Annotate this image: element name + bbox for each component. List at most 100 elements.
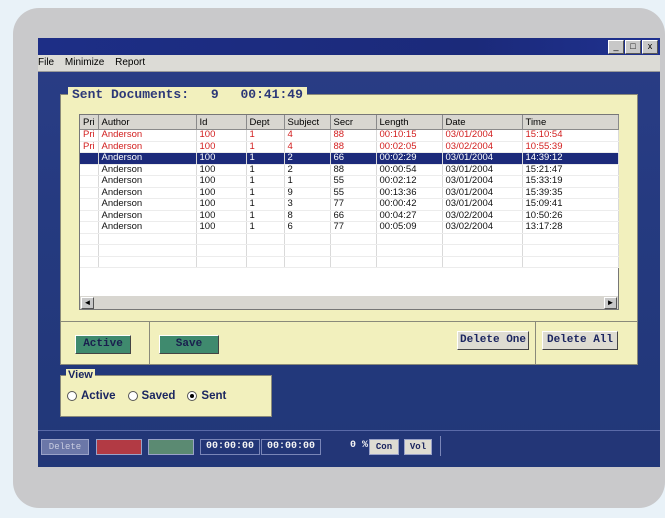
scroll-left-icon[interactable]: ◄ [81, 297, 94, 309]
vol-button[interactable]: Vol [404, 439, 432, 455]
save-button[interactable]: Save [159, 335, 219, 354]
cell-author: Anderson [98, 198, 197, 211]
table-row[interactable]: Anderson 100 1 6 77 00:05:09 03/02/2004 13:17:2… [80, 221, 619, 234]
cell-id: 100 [196, 187, 247, 199]
view-saved-radio[interactable]: Saved [127, 390, 175, 402]
delete-one-button[interactable]: Delete One [457, 331, 529, 350]
cell-subject: 9 [284, 187, 331, 199]
cell-length: 00:00:54 [376, 164, 443, 176]
table-row[interactable]: Anderson 100 1 8 66 00:04:27 03/02/2004 10:50:2… [80, 210, 619, 222]
record-button[interactable] [96, 439, 142, 455]
documents-grid: Pri Author Id Dept Subject Secr Length Date Time… [79, 114, 619, 298]
scroll-right-icon[interactable]: ► [604, 297, 617, 309]
play-button[interactable] [148, 439, 194, 455]
table-row-empty [80, 233, 619, 245]
cell-time: 15:39:35 [522, 187, 619, 199]
table-row[interactable]: Anderson 100 1 3 77 00:00:42 03/01/2004 15:09:4… [80, 198, 619, 211]
close-icon[interactable]: x [642, 40, 658, 54]
column-header[interactable]: Time [522, 115, 619, 130]
status-bar: Delete 00:00:00 00:00:00 0 % Con Vol [38, 430, 660, 461]
cell-date: 03/01/2004 [442, 164, 523, 176]
cell-author: Anderson [98, 164, 197, 176]
delete-button[interactable]: Delete [41, 439, 89, 455]
column-header[interactable]: Pri [80, 115, 99, 130]
cell-date: 03/01/2004 [442, 129, 523, 142]
application-window: _ □ x File Minimize Report Sent Document… [38, 38, 660, 467]
cell-secr: 66 [330, 152, 377, 165]
table-row[interactable]: Pri Anderson 100 1 4 88 00:10:15 03/01/2004 15:1… [80, 129, 619, 142]
view-sent-radio[interactable]: Sent [187, 390, 226, 402]
cell-time: 15:21:47 [522, 164, 619, 176]
active-button[interactable]: Active [75, 335, 131, 354]
column-header[interactable]: Length [376, 115, 443, 130]
title-bar: _ □ x [38, 38, 660, 55]
cell-date: 03/02/2004 [442, 221, 523, 234]
minimize-icon[interactable]: _ [608, 40, 624, 54]
radio-selected-icon[interactable] [187, 391, 198, 401]
table-row-selected[interactable]: Anderson 100 1 2 66 00:02:29 03/01/2004 14:39:1… [80, 152, 619, 165]
cell-id: 100 [196, 198, 247, 211]
cell-dept: 1 [246, 210, 285, 222]
view-active-radio[interactable]: Active [67, 390, 116, 402]
cell-pri [80, 198, 99, 211]
cell-id: 100 [196, 164, 247, 176]
table-header: Pri Author Id Dept Subject Secr Length Date Time [80, 115, 619, 130]
cell-date: 03/02/2004 [442, 210, 523, 222]
cell-time: 15:33:19 [522, 175, 619, 188]
horizontal-scrollbar[interactable]: ◄ ► [79, 296, 619, 310]
cell-secr: 77 [330, 221, 377, 234]
menu-report[interactable]: Report [115, 55, 145, 71]
documents-table: Pri Author Id Dept Subject Secr Length Date Time… [80, 115, 619, 268]
cell-length: 00:04:27 [376, 210, 443, 222]
cell-length: 00:02:05 [376, 141, 443, 153]
cell-length: 00:02:12 [376, 175, 443, 188]
sent-documents-panel: Sent Documents: 9 00:41:49 Pri Author Id De… [60, 87, 638, 365]
table-row[interactable]: Pri Anderson 100 1 4 88 00:02:05 03/02/2004 10:5… [80, 141, 619, 153]
document-count: 9 [210, 87, 219, 102]
column-header[interactable]: Dept [246, 115, 285, 130]
cell-subject: 1 [284, 175, 331, 188]
cell-secr: 88 [330, 129, 377, 142]
cell-dept: 1 [246, 129, 285, 142]
radio-icon[interactable] [127, 391, 138, 401]
con-button[interactable]: Con [369, 439, 399, 455]
radio-icon[interactable] [67, 391, 77, 401]
cell-pri [80, 187, 99, 199]
column-header[interactable]: Author [98, 115, 197, 130]
cell-dept: 1 [246, 221, 285, 234]
cell-dept: 1 [246, 175, 285, 188]
column-header[interactable]: Subject [284, 115, 331, 130]
menu-file[interactable]: File [38, 55, 54, 71]
cell-secr: 55 [330, 175, 377, 188]
action-bar: Active Save Delete One Delete All [61, 321, 637, 365]
cell-secr: 55 [330, 187, 377, 199]
panel-header: Sent Documents: 9 00:41:49 [68, 87, 307, 102]
menu-minimize[interactable]: Minimize [65, 55, 104, 71]
cell-subject: 4 [284, 129, 331, 142]
cell-id: 100 [196, 210, 247, 222]
divider [149, 322, 150, 364]
cell-subject: 2 [284, 152, 331, 165]
delete-all-button[interactable]: Delete All [542, 331, 618, 350]
table-row[interactable]: Anderson 100 1 1 55 00:02:12 03/01/2004 15:33:1… [80, 175, 619, 188]
cell-author: Anderson [98, 141, 197, 153]
table-row[interactable]: Anderson 100 1 9 55 00:13:36 03/01/2004 15:39:3… [80, 187, 619, 199]
cell-dept: 1 [246, 152, 285, 165]
divider [440, 436, 441, 456]
panel-title: Sent Documents: [72, 87, 190, 102]
cell-length: 00:13:36 [376, 187, 443, 199]
view-active-label: Active [81, 390, 116, 402]
cell-length: 00:00:42 [376, 198, 443, 211]
maximize-icon[interactable]: □ [625, 40, 641, 54]
cell-author: Anderson [98, 210, 197, 222]
cell-author: Anderson [98, 187, 197, 199]
table-row[interactable]: Anderson 100 1 2 88 00:00:54 03/01/2004 15:21:4… [80, 164, 619, 176]
cell-dept: 1 [246, 141, 285, 153]
column-header[interactable]: Date [442, 115, 523, 130]
cell-secr: 88 [330, 141, 377, 153]
cell-date: 03/01/2004 [442, 187, 523, 199]
cell-subject: 8 [284, 210, 331, 222]
cell-author: Anderson [98, 221, 197, 234]
column-header[interactable]: Id [196, 115, 247, 130]
column-header[interactable]: Secr [330, 115, 377, 130]
